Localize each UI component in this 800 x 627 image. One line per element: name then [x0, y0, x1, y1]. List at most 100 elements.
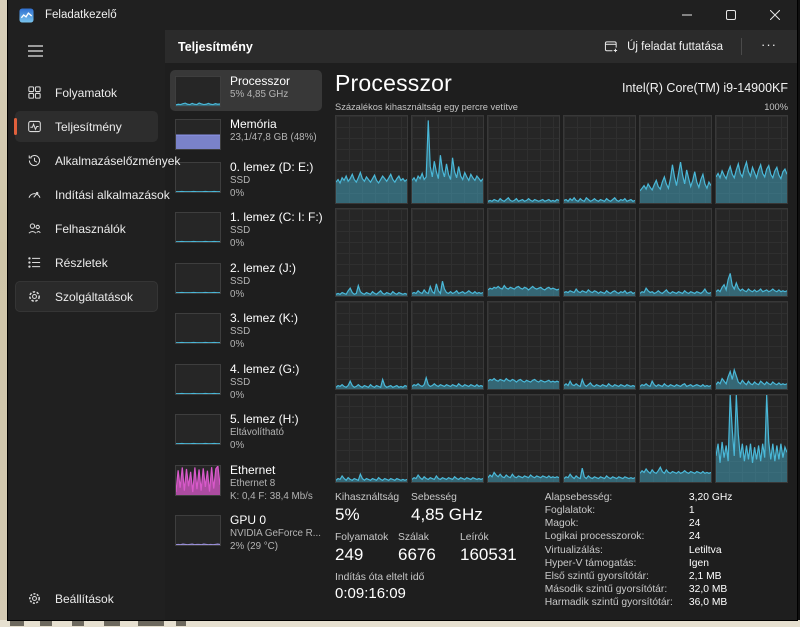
perf-item-title: Ethernet: [230, 462, 276, 477]
core-sparkline: [640, 116, 711, 203]
sidebar-item-performance[interactable]: Teljesítmény: [14, 111, 158, 142]
core-graph: [715, 208, 788, 297]
usage-label: Kihasználtság: [335, 492, 400, 503]
services-cog-icon: [26, 289, 42, 305]
page-title: Teljesítmény: [178, 39, 253, 54]
usage-value: 5%: [335, 505, 360, 524]
perf-item-disk5[interactable]: 5. lemez (H:) Eltávolítható 0%: [170, 408, 322, 456]
logical-processor-graphs[interactable]: [335, 115, 788, 483]
core-graph: [563, 115, 636, 204]
sidebar-nav: Folyamatok Teljesítmény Alkalmazáselőzmé…: [8, 77, 180, 312]
perf-item-sub: SSD: [230, 376, 251, 388]
core-sparkline: [716, 302, 787, 389]
sidebar-item-label: Teljesítmény: [55, 119, 122, 134]
taskbar-icon-smudge: [104, 621, 120, 626]
run-new-task-label: Új feladat futtatása: [627, 40, 723, 53]
cpu-stats: Kihasználtság 5% Sebesség 4,85 GHz Folya…: [335, 492, 788, 609]
core-graph: [335, 115, 408, 204]
ethernet-thumbnail-graph: [175, 464, 221, 496]
users-icon: [26, 221, 42, 237]
sidebar-item-startup-apps[interactable]: Indítási alkalmazások: [15, 179, 170, 210]
perf-item-disk4[interactable]: 4. lemez (G:) SSD 0%: [170, 358, 322, 406]
core-sparkline: [640, 395, 711, 482]
core-sparkline: [564, 395, 635, 482]
sidebar-item-label: Részletek: [55, 255, 108, 270]
perf-item-sub: NVIDIA GeForce R...: [230, 528, 321, 540]
taskbar-icon-smudge: [138, 621, 164, 626]
perf-item-disk1[interactable]: 1. lemez (C: I: F:) SSD 0%: [170, 206, 323, 254]
core-sparkline: [336, 395, 407, 482]
sidebar-item-label: Indítási alkalmazások: [55, 187, 170, 202]
stat-value: 36,0 MB: [688, 597, 728, 609]
sidebar-item-label: Folyamatok: [55, 85, 118, 100]
sidebar-item-app-history[interactable]: Alkalmazáselőzmények: [15, 145, 180, 176]
minimize-button[interactable]: [665, 0, 709, 30]
task-manager-window: Feladatkezelő Folyamatok Teljesítmény Al…: [8, 0, 797, 620]
disk5-thumbnail-graph: [175, 414, 221, 446]
hamburger-menu-button[interactable]: [16, 35, 54, 67]
sidebar-item-users[interactable]: Felhasználók: [15, 213, 158, 244]
stat-label: Hyper-V támogatás:: [544, 557, 637, 569]
run-new-task-button[interactable]: Új feladat futtatása: [595, 36, 732, 58]
core-sparkline: [488, 116, 559, 203]
stat-label: Foglalatok:: [544, 505, 596, 517]
taskbar-icon-smudge: [40, 621, 52, 626]
perf-item-gpu[interactable]: GPU 0 NVIDIA GeForce R... 2% (29 °C): [170, 509, 322, 557]
core-graph: [335, 208, 408, 297]
sidebar-item-details[interactable]: Részletek: [15, 247, 158, 278]
maximize-button[interactable]: [709, 0, 753, 30]
perf-item-disk2[interactable]: 2. lemez (J:) SSD 0%: [170, 257, 322, 305]
handles-value: 160531: [460, 545, 517, 564]
perf-item-cpu[interactable]: Processzor 5% 4,85 GHz: [170, 70, 322, 111]
core-sparkline: [336, 302, 407, 389]
perf-item-sub2: 0%: [230, 389, 245, 401]
header-actions: Új feladat futtatása ···: [595, 35, 787, 58]
perf-item-sub: Eltávolítható: [230, 427, 284, 439]
minimize-icon: [682, 14, 692, 16]
maximize-icon: [726, 10, 736, 20]
stat-label: Logikai processzorok:: [544, 531, 645, 543]
processes-grid-icon: [26, 85, 42, 101]
more-options-button[interactable]: ···: [751, 35, 787, 58]
window-title: Feladatkezelő: [45, 9, 117, 21]
perf-item-disk3[interactable]: 3. lemez (K:) SSD 0%: [170, 307, 322, 355]
stat-value: Letiltva: [688, 544, 722, 556]
performance-list: Processzor 5% 4,85 GHz Memória 23,1/47,8…: [165, 63, 325, 620]
window-controls: [665, 0, 797, 30]
sidebar-item-processes[interactable]: Folyamatok: [15, 77, 158, 108]
settings-button[interactable]: Beállítások: [15, 583, 158, 614]
sidebar-item-label: Felhasználók: [55, 221, 126, 236]
close-button[interactable]: [753, 0, 797, 30]
perf-item-sub: SSD: [230, 275, 251, 287]
core-graph: [487, 115, 560, 204]
cpu-model-name: Intel(R) Core(TM) i9-14900KF: [621, 81, 788, 95]
perf-item-sub: SSD: [230, 225, 251, 237]
core-graph: [639, 394, 712, 483]
stat-value: 24: [688, 531, 701, 543]
perf-item-disk0[interactable]: 0. lemez (D: E:) SSD 0%: [170, 156, 322, 204]
cpu-stats-right: Alapsebesség: 3,20 GHz Foglalatok: 1 Magok…: [545, 492, 733, 609]
core-graph: [639, 301, 712, 390]
perf-item-title: 4. lemez (G:): [230, 361, 300, 376]
sidebar-item-services[interactable]: Szolgáltatások: [15, 281, 158, 312]
perf-item-ethernet[interactable]: Ethernet Ethernet 8 K: 0,4 F: 38,4 Mb/s: [170, 459, 322, 507]
memory-thumbnail-graph: [175, 119, 221, 150]
core-sparkline: [640, 302, 711, 389]
disk2-thumbnail-graph: [175, 262, 221, 294]
speed-value: 4,85 GHz: [411, 505, 483, 524]
perf-item-memory[interactable]: Memória 23,1/47,8 GB (48%): [170, 113, 322, 154]
perf-item-title: 0. lemez (D: E:): [230, 160, 314, 174]
sidebar: Folyamatok Teljesítmény Alkalmazáselőzmé…: [8, 30, 180, 620]
handles-label: Leírók: [460, 532, 489, 543]
core-sparkline: [488, 395, 559, 482]
perf-item-title: 3. lemez (K:): [230, 311, 299, 326]
core-sparkline: [488, 209, 559, 296]
stat-label: Harmadik szintű gyorsítótár:: [544, 597, 673, 609]
core-graph: [639, 208, 712, 297]
core-graph: [487, 394, 560, 483]
core-sparkline: [716, 395, 787, 482]
performance-pulse-icon: [26, 119, 42, 135]
perf-item-title: 1. lemez (C: I: F:): [230, 210, 323, 225]
core-sparkline: [336, 209, 407, 296]
disk0-thumbnail-graph: [175, 162, 221, 193]
